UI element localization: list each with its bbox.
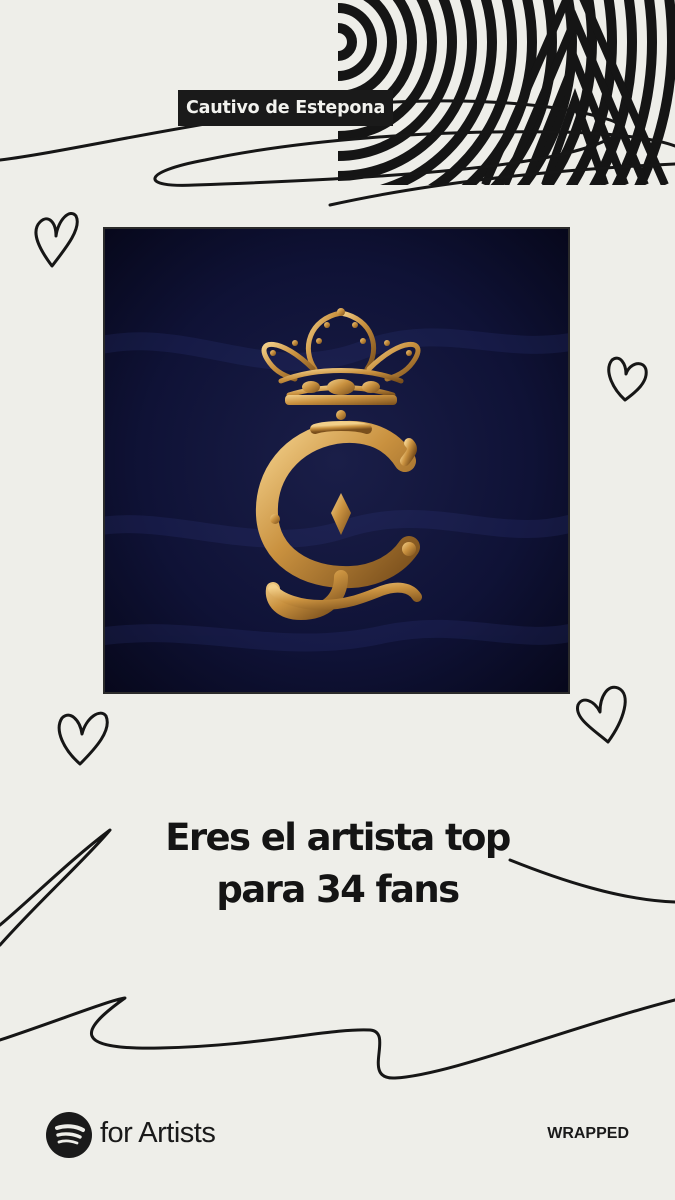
headline-line-2: para 34 fans <box>216 868 460 911</box>
spotify-logo-icon <box>46 1112 92 1158</box>
wrapped-story-card: Cautivo de Estepona Eres el artista top … <box>0 0 675 1200</box>
wrapped-label: WRAPPED <box>547 1125 629 1142</box>
artist-name-tag: Cautivo de Estepona <box>178 90 394 126</box>
crown-monogram-emblem <box>105 229 568 692</box>
footer-brand: for Artists <box>100 1117 216 1149</box>
artist-artwork <box>103 227 570 694</box>
headline: Eres el artista top para 34 fans <box>0 812 675 916</box>
headline-line-1: Eres el artista top <box>165 816 511 859</box>
